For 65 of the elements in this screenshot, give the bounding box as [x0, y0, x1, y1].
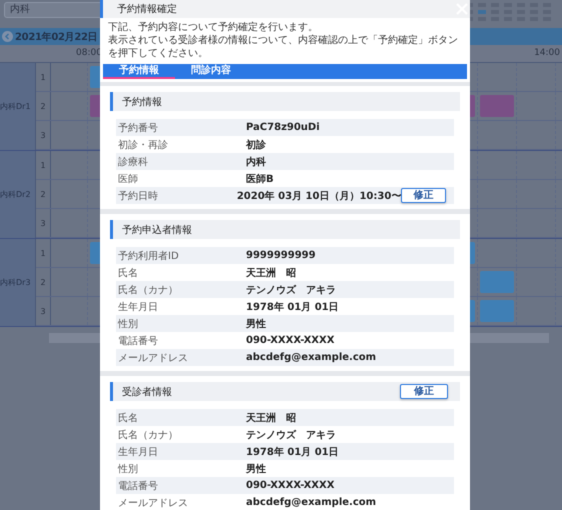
field-label: 生年月日 — [118, 446, 159, 458]
field-value: 医師B — [246, 172, 275, 186]
field-value: 天王洲 昭 — [246, 412, 297, 424]
field-label: 診療科 — [118, 156, 149, 168]
doctor-name: 内科Dr3 — [0, 277, 31, 288]
field-label: 電話番号 — [118, 480, 159, 492]
field-label: 氏名（カナ） — [118, 284, 179, 296]
field-value: abcdefg@example.com — [246, 352, 378, 363]
doctor-name: 内科Dr2 — [0, 189, 31, 200]
section-title: 受診者情報 — [122, 386, 172, 398]
edit-button[interactable]: 修正 — [400, 384, 448, 399]
field-value: 1978年 01月 01日 — [246, 446, 340, 458]
slot-number: 1 — [40, 72, 46, 82]
description-text: 下記、予約内容について予約確定を行います。 — [108, 21, 319, 34]
field-value: 天王洲 昭 — [246, 266, 297, 280]
field-label: 氏名 — [118, 412, 139, 424]
dialog-title: 予約情報確定 — [117, 2, 177, 16]
section-title: 予約申込者情報 — [122, 224, 192, 236]
field-label: 性別 — [118, 462, 139, 476]
field-label: 性別 — [118, 318, 139, 330]
slot-number: 3 — [40, 130, 46, 140]
edit-button[interactable]: 修正 — [401, 188, 446, 203]
field-label: メールアドレス — [118, 496, 189, 510]
field-label: 医師 — [118, 172, 139, 186]
field-label: 予約番号 — [118, 122, 159, 134]
field-label: 生年月日 — [118, 300, 159, 314]
field-value: 9999999999 — [246, 250, 317, 261]
department-select[interactable]: 内科 — [4, 2, 103, 18]
field-value: テンノウズ アキラ — [246, 428, 337, 442]
field-value: 男性 — [246, 462, 267, 476]
field-label: 氏名 — [118, 266, 139, 280]
field-value: 内科 — [246, 156, 267, 168]
appointment-block[interactable] — [480, 271, 514, 293]
appointment-block[interactable] — [480, 300, 514, 322]
slot-number: 2 — [40, 190, 46, 198]
field-value: 男性 — [246, 318, 267, 330]
section-title: 予約情報 — [122, 96, 162, 108]
field-value: 090-XXXX-XXXX — [246, 480, 336, 491]
field-label: 予約利用者ID — [118, 250, 180, 262]
appointment-block[interactable] — [480, 95, 514, 117]
field-label: 初診・再診 — [118, 138, 169, 152]
field-value: 090-XXXX-XXXX — [246, 335, 336, 346]
field-value: 初診 — [246, 138, 267, 152]
field-value: PaC78z90uDi — [246, 122, 321, 133]
time-label: 14:00 — [534, 47, 560, 60]
field-label: メールアドレス — [118, 352, 189, 364]
field-value: テンノウズ アキラ — [246, 284, 337, 296]
schedule-date: 2021年02月22日 — [15, 30, 98, 44]
field-label: 電話番号 — [118, 334, 159, 348]
description-text: 表示されている受診者様の情報について、内容確認の上で「予約確定」ボタンを押下してください。 — [108, 34, 459, 60]
slot-number: 1 — [40, 160, 46, 170]
slot-number: 3 — [40, 306, 46, 316]
field-label: 氏名（カナ） — [118, 428, 179, 442]
slot-number: 2 — [40, 278, 46, 286]
tab[interactable]: 予約情報 — [103, 64, 175, 79]
slot-number: 1 — [40, 248, 46, 258]
slot-number: 2 — [40, 102, 46, 110]
tab[interactable]: 問診内容 — [175, 64, 247, 79]
field-value: 1978年 01月 01日 — [246, 300, 340, 314]
chevron-left-icon[interactable] — [2, 31, 13, 42]
field-label: 予約日時 — [118, 190, 159, 202]
doctor-name: 内科Dr1 — [0, 101, 31, 112]
slot-number: 3 — [40, 218, 46, 228]
field-value: abcdefg@example.com — [246, 497, 378, 508]
field-value: 2020年 03月 10日（月）10:30〜 — [236, 190, 402, 202]
